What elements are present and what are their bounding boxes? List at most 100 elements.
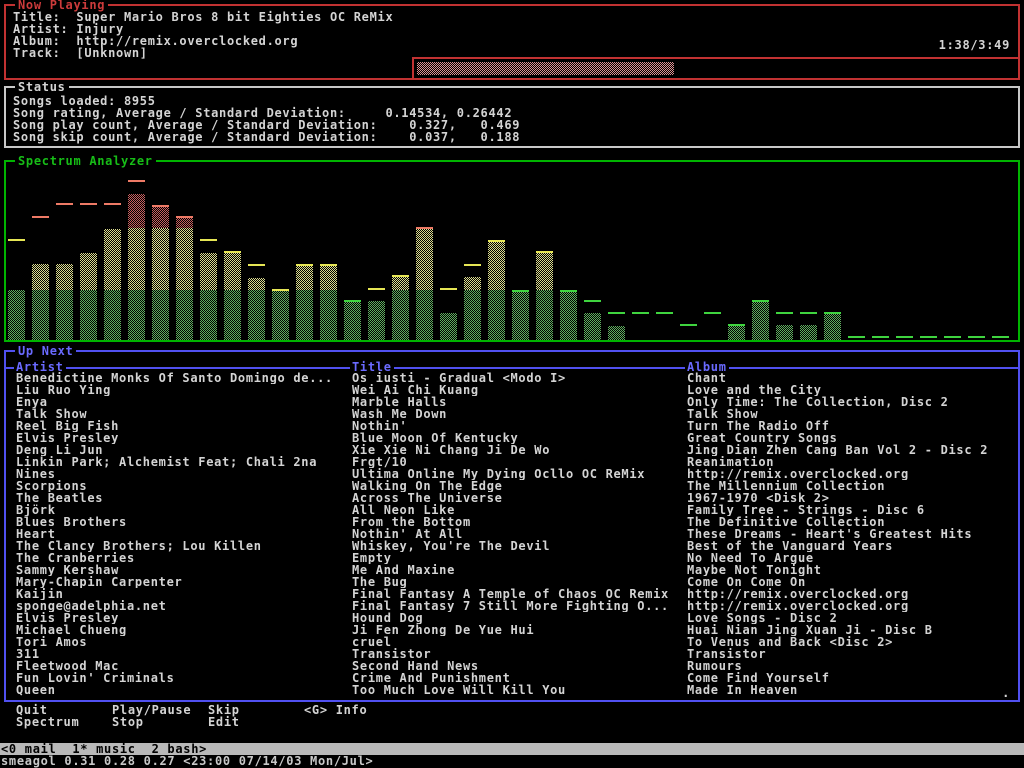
list-item[interactable]: Reel Big FishNothin'Turn The Radio Off xyxy=(6,420,1018,432)
list-item[interactable]: QueenToo Much Love Will Kill YouMade In … xyxy=(6,684,1018,696)
album-cell: To Venus and Back <Disc 2> xyxy=(687,636,1016,648)
list-item[interactable]: 311TransistorTransistor xyxy=(6,648,1018,660)
peak-marker xyxy=(152,205,169,207)
album-cell: These Dreams - Heart's Greatest Hits xyxy=(687,528,1016,540)
menu-bar: QuitPlay/PauseSkip<G> InfoSpectrumStopEd… xyxy=(0,704,1024,728)
album-cell: Love and the City xyxy=(687,384,1016,396)
header-divider xyxy=(6,367,1018,369)
list-item[interactable]: NinesUltima Online My Dying Ocllo OC ReM… xyxy=(6,468,1018,480)
list-item[interactable]: Michael ChuengJi Fen Zhong De Yue HuiHua… xyxy=(6,624,1018,636)
list-item[interactable]: Linkin Park; Alchemist Feat; Chali 2naFr… xyxy=(6,456,1018,468)
title-cell: Wash Me Down xyxy=(352,408,684,420)
list-item[interactable]: Liu Ruo YingWei Ai Chi KuangLove and the… xyxy=(6,384,1018,396)
album-cell: Huai Nian Jing Xuan Ji - Disc B xyxy=(687,624,1016,636)
list-item[interactable]: ScorpionsWalking On The EdgeThe Millenni… xyxy=(6,480,1018,492)
progress-bar[interactable] xyxy=(412,57,1020,80)
album-cell: http://remix.overclocked.org xyxy=(687,600,1016,612)
spectrum-bar xyxy=(32,264,49,340)
title-cell: The Bug xyxy=(352,576,684,588)
list-item[interactable]: Blues BrothersFrom the BottomThe Definit… xyxy=(6,516,1018,528)
bar-segment-yellow xyxy=(296,264,313,290)
spectrum-bar xyxy=(608,326,625,340)
spectrum-bar xyxy=(104,229,121,340)
bar-segment-green xyxy=(464,290,481,340)
list-item[interactable]: Tori AmoscruelTo Venus and Back <Disc 2> xyxy=(6,636,1018,648)
spectrum-bar xyxy=(800,325,817,340)
peak-marker xyxy=(488,240,505,242)
album-cell: Come Find Yourself xyxy=(687,672,1016,684)
title-cell: Ultima Online My Dying Ocllo OC ReMix xyxy=(352,468,684,480)
peak-marker xyxy=(56,203,73,205)
album-cell: The Millennium Collection xyxy=(687,480,1016,492)
list-item[interactable]: Talk ShowWash Me DownTalk Show xyxy=(6,408,1018,420)
album-cell: Turn The Radio Off xyxy=(687,420,1016,432)
peak-marker xyxy=(776,312,793,314)
album-cell: Love Songs - Disc 2 xyxy=(687,612,1016,624)
title-cell: All Neon Like xyxy=(352,504,684,516)
spectrum-analyzer-box: Spectrum Analyzer xyxy=(4,160,1020,342)
list-item[interactable]: The BeatlesAcross The Universe1967-1970 … xyxy=(6,492,1018,504)
list-item[interactable]: Elvis PresleyHound DogLove Songs - Disc … xyxy=(6,612,1018,624)
peak-marker xyxy=(584,300,601,302)
bar-segment-green xyxy=(224,290,241,340)
menu-item-spectrum[interactable]: Spectrum xyxy=(16,716,79,728)
artist-cell: Scorpions xyxy=(16,480,350,492)
spectrum-bar xyxy=(560,290,577,340)
now-playing-fields: Title: Super Mario Bros 8 bit Eighties O… xyxy=(13,11,1018,59)
spectrum-bar xyxy=(584,313,601,340)
album-cell: Family Tree - Strings - Disc 6 xyxy=(687,504,1016,516)
now-playing-box-title: Now Playing xyxy=(15,0,108,11)
peak-marker xyxy=(296,264,313,266)
title-cell: Final Fantasy 7 Still More Fighting O... xyxy=(352,600,684,612)
menu-item--g-info[interactable]: <G> Info xyxy=(304,704,367,716)
spectrum-bar xyxy=(368,301,385,340)
list-item[interactable]: The CranberriesEmptyNo Need To Argue xyxy=(6,552,1018,564)
spectrum-bar xyxy=(512,290,529,340)
list-item[interactable]: BjörkAll Neon LikeFamily Tree - Strings … xyxy=(6,504,1018,516)
title-cell: Marble Halls xyxy=(352,396,684,408)
status-line: Song skip count, Average / Standard Devi… xyxy=(13,131,1018,143)
bar-segment-green xyxy=(296,290,313,340)
peak-marker xyxy=(320,264,337,266)
spectrum-bar xyxy=(56,264,73,340)
list-item[interactable]: Fun Lovin' CriminalsCrime And Punishment… xyxy=(6,672,1018,684)
title-cell: Transistor xyxy=(352,648,684,660)
list-item[interactable]: The Clancy Brothers; Lou KillenWhiskey, … xyxy=(6,540,1018,552)
list-item[interactable]: sponge@adelphia.netFinal Fantasy 7 Still… xyxy=(6,600,1018,612)
list-item[interactable]: Sammy KershawMe And MaxineMaybe Not Toni… xyxy=(6,564,1018,576)
list-item[interactable]: EnyaMarble HallsOnly Time: The Collectio… xyxy=(6,396,1018,408)
menu-item-edit[interactable]: Edit xyxy=(208,716,240,728)
bar-segment-yellow xyxy=(536,251,553,290)
menu-item-stop[interactable]: Stop xyxy=(112,716,144,728)
spectrum-bar xyxy=(200,253,217,340)
list-item[interactable]: Mary-Chapin CarpenterThe BugCome On Come… xyxy=(6,576,1018,588)
peak-marker xyxy=(968,336,985,338)
title-cell: Across The Universe xyxy=(352,492,684,504)
album-cell: Jing Dian Zhen Cang Ban Vol 2 - Disc 2 xyxy=(687,444,1016,456)
title-cell: Frgt/10 xyxy=(352,456,684,468)
list-item[interactable]: Benedictine Monks Of Santo Domingo de...… xyxy=(6,372,1018,384)
bar-segment-green xyxy=(608,326,625,340)
peak-marker xyxy=(728,324,745,326)
title-cell: Final Fantasy A Temple of Chaos OC Remix xyxy=(352,588,684,600)
list-item[interactable]: Deng Li JunXie Xie Ni Chang Ji De WoJing… xyxy=(6,444,1018,456)
artist-cell: Talk Show xyxy=(16,408,350,420)
artist-cell: Kaijin xyxy=(16,588,350,600)
title-cell: Empty xyxy=(352,552,684,564)
list-item[interactable]: HeartNothin' At AllThese Dreams - Heart'… xyxy=(6,528,1018,540)
peak-marker xyxy=(368,288,385,290)
title-cell: Xie Xie Ni Chang Ji De Wo xyxy=(352,444,684,456)
peak-marker xyxy=(248,264,265,266)
track-time: 1:38/3:49 xyxy=(939,39,1010,51)
list-item[interactable]: Fleetwood MacSecond Hand NewsRumours xyxy=(6,660,1018,672)
peak-marker xyxy=(176,216,193,218)
spectrum-bar xyxy=(416,228,433,340)
title-cell: cruel xyxy=(352,636,684,648)
artist-cell: The Clancy Brothers; Lou Killen xyxy=(16,540,350,552)
list-item[interactable]: Elvis PresleyBlue Moon Of KentuckyGreat … xyxy=(6,432,1018,444)
bar-segment-yellow xyxy=(152,228,169,290)
title-cell: Crime And Punishment xyxy=(352,672,684,684)
status-box: Status Songs loaded: 8955Song rating, Av… xyxy=(4,86,1020,148)
artist-cell: 311 xyxy=(16,648,350,660)
list-item[interactable]: KaijinFinal Fantasy A Temple of Chaos OC… xyxy=(6,588,1018,600)
